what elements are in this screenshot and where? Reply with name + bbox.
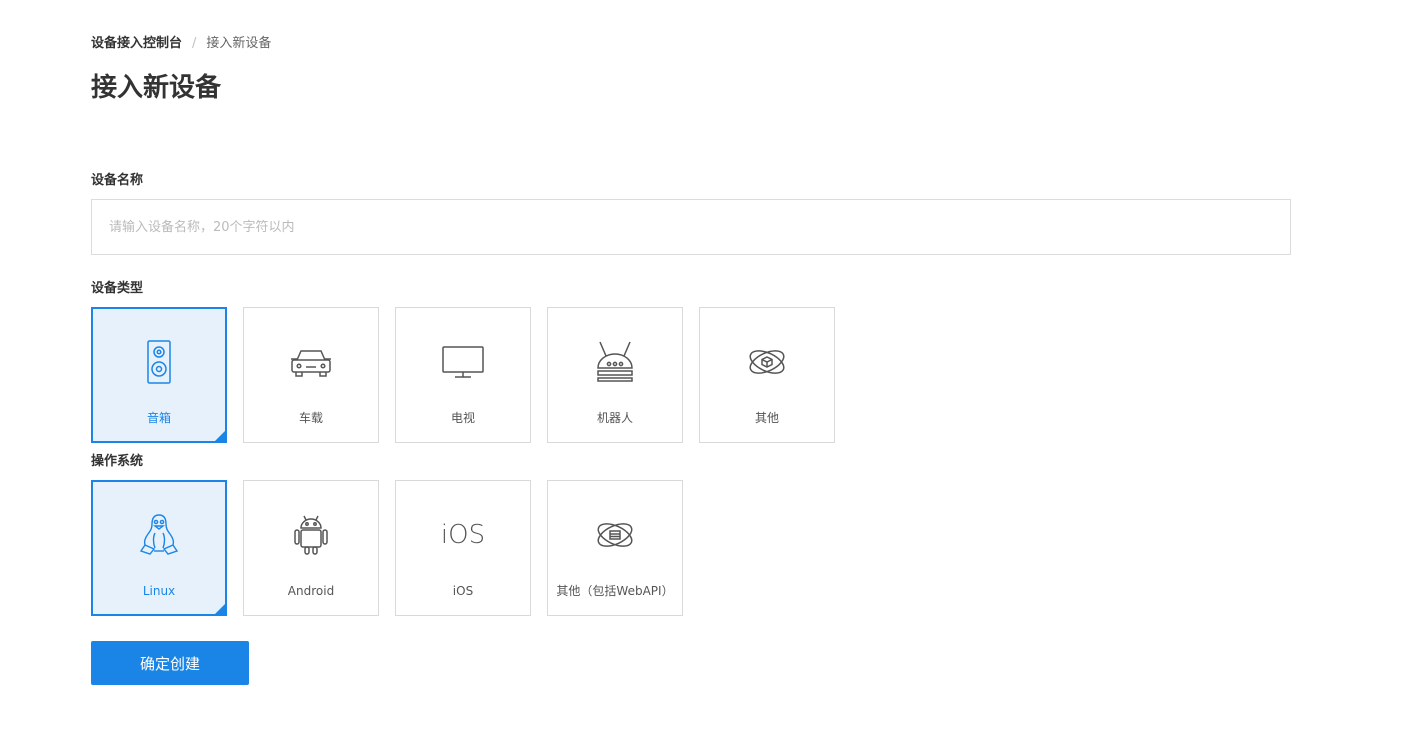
os-card-linux[interactable]: Linux bbox=[91, 480, 227, 616]
breadcrumb-separator: / bbox=[192, 36, 197, 51]
device-type-label-robot: 机器人 bbox=[596, 411, 633, 425]
os-label-linux: Linux bbox=[142, 584, 176, 598]
breadcrumb-root-link[interactable]: 设备接入控制台 bbox=[91, 35, 182, 53]
os-card-ios[interactable]: iOS iOS bbox=[395, 480, 531, 616]
tv-icon bbox=[439, 338, 487, 386]
device-type-card-car[interactable]: 车载 bbox=[243, 307, 379, 443]
os-card-other[interactable]: 其他（包括WebAPI） bbox=[547, 480, 683, 616]
os-label-android: Android bbox=[287, 584, 335, 598]
breadcrumb-current: 接入新设备 bbox=[206, 36, 272, 51]
os-label-ios: iOS bbox=[452, 584, 474, 598]
device-type-card-tv[interactable]: 电视 bbox=[395, 307, 531, 443]
speaker-icon bbox=[135, 338, 183, 386]
device-type-label-tv: 电视 bbox=[450, 411, 475, 425]
device-type-label: 设备类型 bbox=[91, 281, 144, 296]
os-card-android[interactable]: Android bbox=[243, 480, 379, 616]
device-name-input[interactable] bbox=[91, 199, 1291, 255]
atom-icon bbox=[743, 338, 791, 386]
device-type-options: 音箱 车载 电视 机器人 其他 bbox=[91, 307, 835, 443]
ios-icon-text: iOS bbox=[440, 520, 486, 550]
os-label: 操作系统 bbox=[91, 454, 144, 469]
os-label-other: 其他（包括WebAPI） bbox=[556, 584, 674, 598]
android-icon bbox=[287, 511, 335, 559]
page: 设备接入控制台 / 接入新设备 接入新设备 设备名称 设备类型 音箱 bbox=[0, 0, 1413, 745]
breadcrumb: 设备接入控制台 / 接入新设备 bbox=[91, 35, 271, 53]
device-type-label-other: 其他 bbox=[754, 411, 779, 425]
device-type-card-speaker[interactable]: 音箱 bbox=[91, 307, 227, 443]
selected-corner-marker bbox=[215, 604, 225, 614]
linux-penguin-icon bbox=[135, 511, 183, 559]
device-name-label: 设备名称 bbox=[91, 173, 144, 188]
ios-icon: iOS bbox=[439, 511, 487, 559]
device-type-label-speaker: 音箱 bbox=[146, 411, 171, 425]
device-type-card-other[interactable]: 其他 bbox=[699, 307, 835, 443]
car-icon bbox=[287, 338, 335, 386]
device-type-card-robot[interactable]: 机器人 bbox=[547, 307, 683, 443]
device-type-label-car: 车载 bbox=[298, 411, 323, 425]
atom-web-icon bbox=[591, 511, 639, 559]
selected-corner-marker bbox=[215, 431, 225, 441]
robot-icon bbox=[591, 338, 639, 386]
os-options: Linux Android iOS iOS 其他（包括WebAPI） bbox=[91, 480, 683, 616]
confirm-create-button[interactable]: 确定创建 bbox=[91, 641, 249, 685]
page-title: 接入新设备 bbox=[91, 73, 222, 103]
